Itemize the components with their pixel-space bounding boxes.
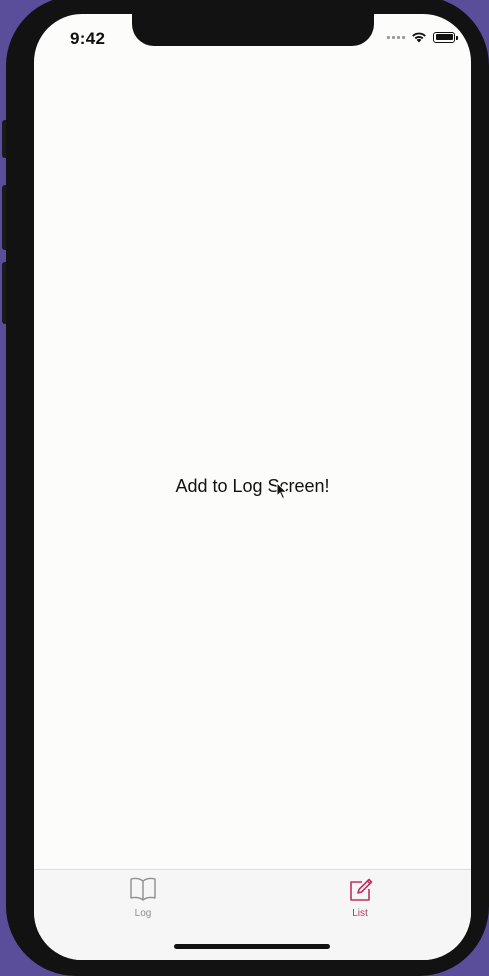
tab-list[interactable]: List — [320, 876, 400, 919]
tab-log[interactable]: Log — [103, 876, 183, 919]
status-icons — [387, 31, 458, 43]
battery-icon — [433, 31, 458, 43]
screen-message: Add to Log Screen! — [175, 476, 330, 496]
signal-dots — [387, 35, 405, 39]
compose-icon — [350, 878, 373, 901]
book-icon — [130, 877, 156, 901]
phone-frame: 9:42 Add to Log Screen! Log List — [6, 0, 489, 976]
wifi-icon — [412, 32, 426, 43]
tab-log-label: Log — [134, 908, 152, 919]
tab-list-label: List — [352, 908, 368, 919]
status-time: 9:42 — [70, 29, 106, 48]
device-background: 9:42 Add to Log Screen! Log List — [0, 0, 489, 976]
mouse-cursor-icon — [276, 482, 288, 500]
home-indicator[interactable] — [174, 944, 330, 949]
notch — [132, 14, 374, 46]
screen: 9:42 Add to Log Screen! Log List — [34, 14, 471, 960]
